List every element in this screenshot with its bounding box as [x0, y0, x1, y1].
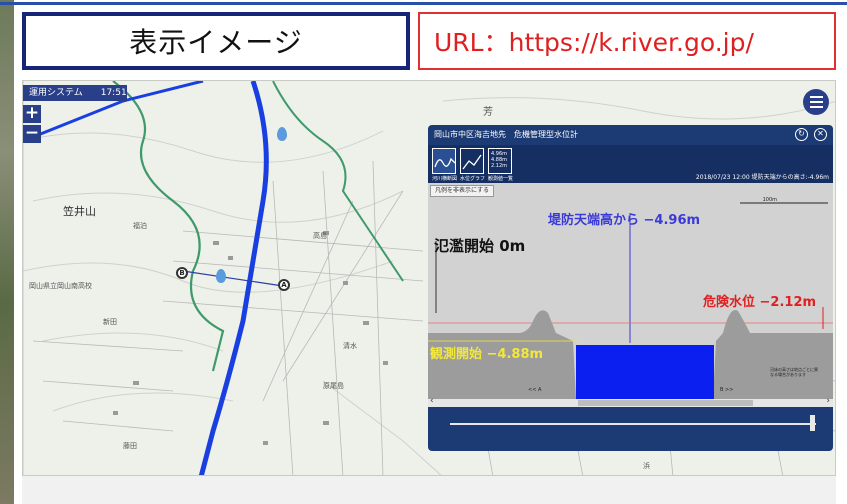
danger-value-text: −2.12m	[755, 295, 817, 310]
horizontal-scrollbar[interactable]: ‹ ›	[428, 396, 833, 407]
top-rule	[0, 2, 847, 5]
legend-toggle-button[interactable]: 凡例を非表示にする	[430, 185, 495, 197]
zoom-in-button[interactable]: +	[23, 105, 41, 123]
danger-label-text: 危険水位	[703, 295, 756, 310]
tab-label: 観測値一覧	[488, 176, 514, 182]
scroll-right-icon[interactable]: ›	[826, 396, 830, 406]
observe-start-label: 観測開始 −4.88m	[430, 343, 543, 362]
close-icon[interactable]: ✕	[814, 128, 827, 141]
cross-section-chart-icon	[434, 157, 456, 168]
map-place-label: 浜	[643, 462, 650, 470]
left-bank-label: << A	[528, 387, 542, 393]
riverbed-note: 河床の高さは地点ごとに異なる場合があります	[770, 367, 818, 377]
tab-label: 河川横断図	[432, 176, 458, 182]
right-bank-label: B >>	[720, 387, 734, 393]
tab-cross-section[interactable]	[432, 148, 456, 174]
hamburger-menu-icon[interactable]	[803, 89, 829, 115]
scrollbar-thumb[interactable]	[578, 400, 753, 406]
url-label: URL：https://k.river.go.jp/	[418, 12, 836, 70]
map-screenshot[interactable]: 運用システム 17:51 + − 笠井山 岡山県立岡山南高校 福泊 新田 高島 …	[22, 80, 836, 476]
panel-title: 岡山市中区海吉地先 危機管理型水位計	[434, 130, 578, 139]
app-name-tag: 運用システム 17:51	[23, 85, 127, 101]
levee-label-text: 堤防天端高から	[548, 213, 640, 228]
tab-observation-list[interactable]: 4.96m 4.88m 2.12m	[488, 148, 512, 174]
gauge-location-pin-icon[interactable]	[277, 127, 287, 141]
line-graph-icon	[462, 154, 482, 170]
cross-section-graph: 凡例を非表示にする 100m 堤防天端高から −4.96m 氾濫開始 0m 危険…	[428, 183, 833, 399]
zoom-out-button[interactable]: −	[23, 125, 41, 143]
map-place-label: 岡山県立岡山南高校	[29, 282, 92, 290]
tab-water-level-graph[interactable]	[460, 148, 484, 174]
observe-label-text: 観測開始	[430, 347, 483, 362]
flood-start-label: 氾濫開始 0m	[434, 237, 526, 255]
slide: 表示イメージ URL：https://k.river.go.jp/ 運用システム…	[0, 0, 847, 504]
readout-value: 2.12m	[491, 163, 508, 169]
map-place-label: 原尾島	[323, 382, 344, 390]
marker-b-icon[interactable]: B	[176, 267, 188, 279]
levee-value-text: −4.96m	[639, 213, 701, 228]
water-level-panel: 岡山市中区海吉地先 危機管理型水位計 ↻ ✕ 4.96m 4.88m 2.12m	[428, 125, 833, 451]
gauge-location-pin-icon[interactable]	[216, 269, 226, 283]
panel-tab-row: 4.96m 4.88m 2.12m 河川横断図 水位グラフ 観測値一覧 2018…	[428, 145, 833, 183]
map-place-label: 藤田	[123, 442, 137, 450]
scale-label: 100m	[762, 197, 777, 203]
map-place-label: 新田	[103, 318, 117, 326]
slide-title: 表示イメージ	[22, 12, 410, 70]
map-place-label: 高島	[313, 232, 327, 240]
danger-level-label: 危険水位 −2.12m	[703, 291, 816, 310]
background-photo-strip	[0, 0, 14, 504]
scroll-left-icon[interactable]: ‹	[430, 396, 434, 406]
time-slider-handle[interactable]	[810, 415, 815, 431]
observation-timestamp: 2018/07/23 12:00 堤防天端からの高さ:-4.96m	[695, 174, 829, 181]
panel-header: 岡山市中区海吉地先 危機管理型水位計 ↻ ✕	[428, 125, 833, 145]
water-body	[576, 345, 714, 399]
refresh-icon[interactable]: ↻	[795, 128, 808, 141]
time-slider-track[interactable]	[450, 423, 816, 425]
marker-a-icon[interactable]: A	[278, 279, 290, 291]
map-place-label: 清水	[343, 342, 357, 350]
mountain-label: 笠井山	[63, 205, 96, 218]
map-place-label: 芳	[483, 107, 493, 118]
map-place-label: 福泊	[133, 222, 147, 230]
observe-value-text: −4.88m	[482, 347, 544, 362]
levee-height-label: 堤防天端高から −4.96m	[548, 209, 700, 228]
bottom-strip	[22, 476, 836, 504]
tab-label: 水位グラフ	[460, 176, 486, 182]
